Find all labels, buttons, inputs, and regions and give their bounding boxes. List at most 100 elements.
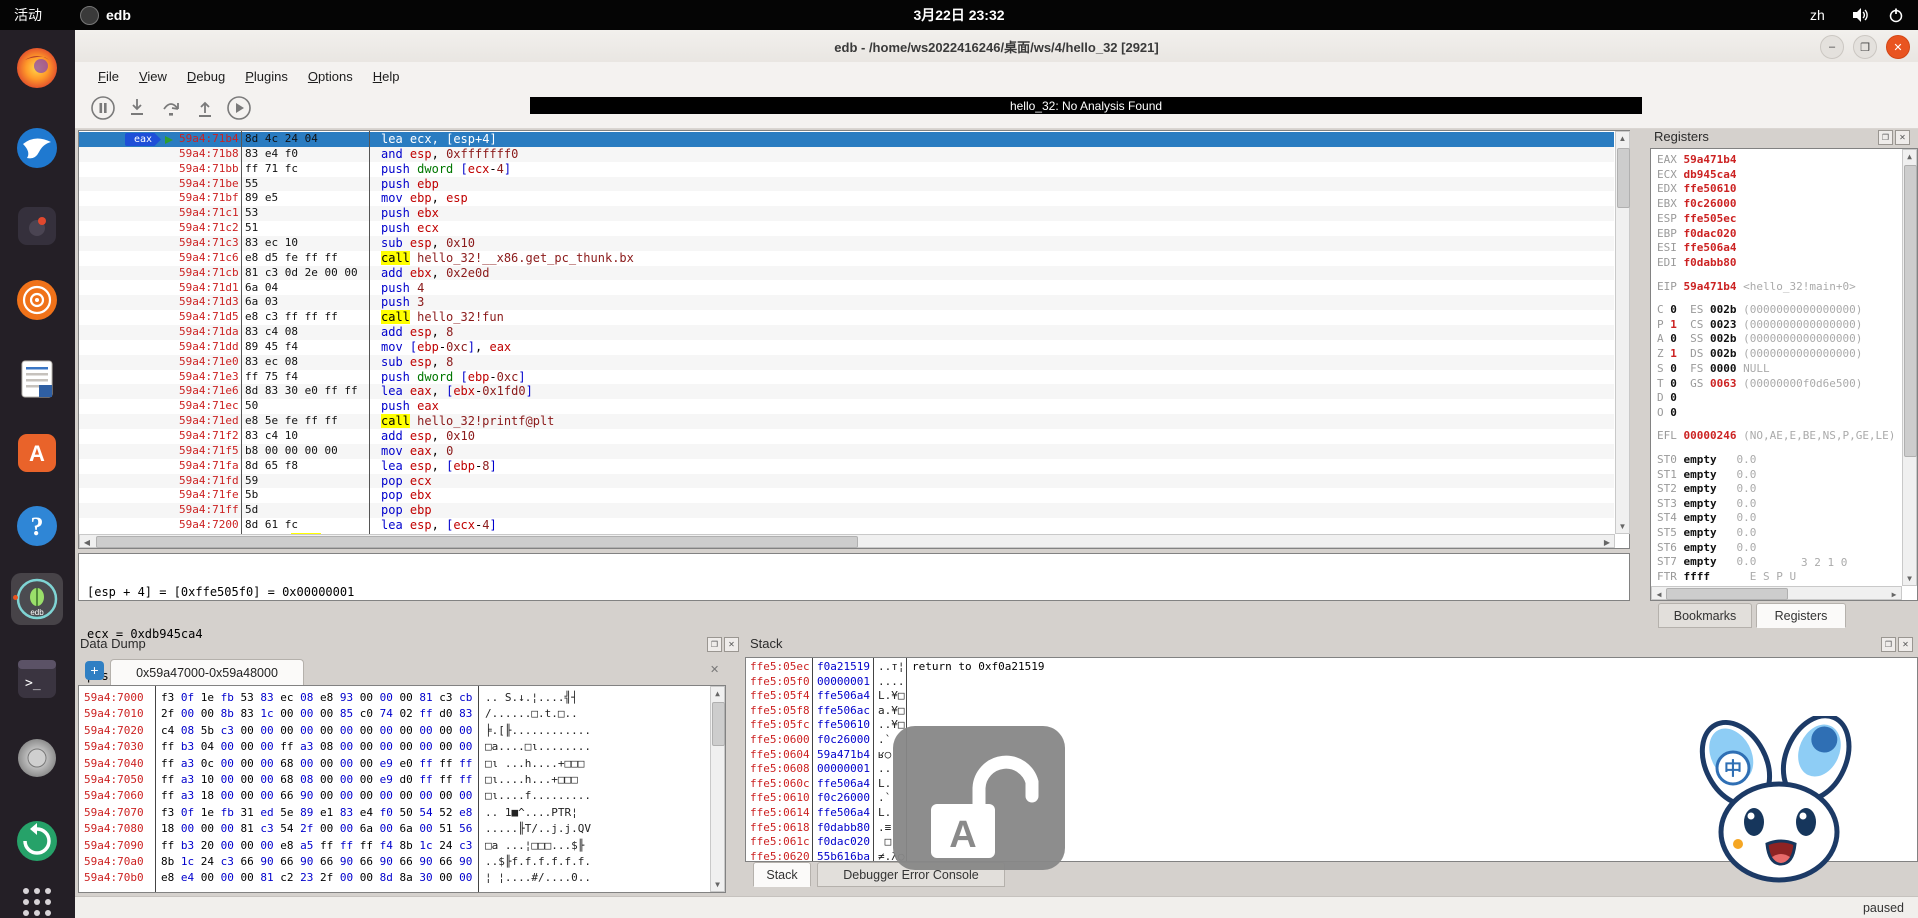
disasm-row[interactable]: 59a4:71b883 e4 f0and esp, 0xfffffff0 (79, 147, 1614, 162)
screenshot-tool-icon[interactable] (11, 732, 63, 784)
fpu-register-row[interactable]: ST7 empty 0.0 (1657, 555, 1756, 569)
hex-dump-row[interactable]: 59a4:70102f 00 00 8b 83 1c 00 00 00 85 c… (79, 706, 725, 722)
run-button[interactable] (225, 94, 253, 122)
pause-button[interactable] (89, 94, 117, 122)
disasm-row[interactable]: 59a4:71e083 ec 08sub esp, 8 (79, 355, 1614, 370)
hex-dump-row[interactable]: 59a4:7040ff a3 0c 00 00 00 68 00 00 00 0… (79, 756, 725, 772)
flag-row[interactable]: O 0 (1657, 406, 1677, 420)
flag-row[interactable]: A 0 SS 002b (0000000000000000) (1657, 332, 1862, 346)
float-panel-icon[interactable]: ❐ (1878, 130, 1893, 145)
help-icon[interactable]: ? (11, 500, 63, 552)
disasm-row[interactable]: 59a4:71fa8d 65 f8lea esp, [ebp-8] (79, 459, 1614, 474)
fpu-tag-bits-header[interactable]: 3 2 1 0 (1801, 556, 1847, 570)
disassembly-view[interactable]: eax59a4:71b48d 4c 24 04lea ecx, [esp+4]5… (78, 130, 1630, 549)
tab-registers[interactable]: Registers (1756, 603, 1846, 628)
fpu-register-row[interactable]: ST6 empty 0.0 (1657, 541, 1756, 555)
keyboard-layout-indicator[interactable]: zh (1810, 0, 1825, 30)
register-row[interactable]: EDX ffe50610 (1657, 182, 1736, 196)
terminal-icon[interactable]: >_ (11, 653, 63, 705)
data-dump-panel-header[interactable]: Data Dump ❐ ✕ (78, 633, 744, 657)
registers-horizontal-scrollbar[interactable]: ◀ ▶ (1651, 586, 1902, 600)
rhythmbox-icon[interactable] (11, 274, 63, 326)
registers-vertical-scrollbar[interactable]: ▲ ▼ (1902, 149, 1917, 586)
disasm-row[interactable]: 59a4:71d5e8 c3 ff ff ffcall hello_32!fun (79, 310, 1614, 325)
volume-icon[interactable] (1852, 0, 1869, 30)
clock[interactable]: 3月22日 23:32 (913, 5, 1004, 25)
register-row-efl[interactable]: EFL 00000246 (NO,AE,E,BE,NS,P,GE,LE) (1657, 429, 1895, 443)
flag-row[interactable]: T 0 GS 0063 (00000000f0d6e500) (1657, 377, 1862, 391)
register-row[interactable]: EAX 59a471b4 (1657, 153, 1736, 167)
hex-dump-row[interactable]: 59a4:708018 00 00 00 81 c3 54 2f 00 00 6… (79, 821, 725, 837)
menu-debug[interactable]: Debug (177, 65, 235, 88)
stack-row[interactable]: ffe5:05ecf0a21519..т¦return to 0xf0a2151… (746, 660, 1917, 675)
disasm-row[interactable]: 59a4:71ec50push eax (79, 399, 1614, 414)
fpu-register-row[interactable]: ST3 empty 0.0 (1657, 497, 1756, 511)
register-row[interactable]: EBP f0dac020 (1657, 227, 1736, 241)
menu-view[interactable]: View (129, 65, 177, 88)
disasm-row[interactable]: 59a4:71c153push ebx (79, 206, 1614, 221)
register-row-ftr[interactable]: FTR ffff E S P U (1657, 570, 1796, 584)
disasm-row[interactable]: 59a4:71bbff 71 fcpush dword [ecx-4] (79, 162, 1614, 177)
flag-row[interactable]: D 0 (1657, 391, 1677, 405)
dump-region-tab[interactable]: 0x59a47000-0x59a48000 (110, 659, 304, 686)
disasm-row[interactable]: 59a4:71cb81 c3 0d 2e 00 00add ebx, 0x2e0… (79, 266, 1614, 281)
disasm-vertical-scrollbar[interactable]: ▲ ▼ (1615, 131, 1630, 534)
stack-row[interactable]: ffe5:05f4ffe506a4L.¥□ (746, 689, 1917, 704)
hex-dump-row[interactable]: 59a4:7090ff b3 20 00 00 00 e8 a5 ff ff f… (79, 838, 725, 854)
hex-dump-row[interactable]: 59a4:7070f3 0f 1e fb 31 ed 5e 89 e1 83 e… (79, 805, 725, 821)
registers-panel-header[interactable]: Registers ❐ ✕ (1650, 126, 1918, 148)
disasm-row[interactable]: eax59a4:71b48d 4c 24 04lea ecx, [esp+4] (79, 132, 1614, 147)
disasm-row[interactable]: 59a4:71be55push ebp (79, 177, 1614, 192)
float-panel-icon[interactable]: ❐ (1881, 637, 1896, 652)
software-icon[interactable]: A (11, 427, 63, 479)
close-panel-icon[interactable]: ✕ (1895, 130, 1910, 145)
disasm-row[interactable]: 59a4:71c383 ec 10sub esp, 0x10 (79, 236, 1614, 251)
hex-dump-row[interactable]: 59a4:70b0e8 e4 00 00 00 81 c2 23 2f 00 0… (79, 870, 725, 886)
step-over-button[interactable] (157, 94, 185, 122)
disasm-row[interactable]: 59a4:71dd89 45 f4mov [ebp-0xc], eax (79, 340, 1614, 355)
hex-dump-row[interactable]: 59a4:7060ff a3 18 00 00 00 66 90 00 00 0… (79, 788, 725, 804)
disasm-row[interactable]: 59a4:71ede8 5e fe ff ffcall hello_32!pri… (79, 414, 1614, 429)
disasm-row[interactable]: 59a4:71d36a 03push 3 (79, 295, 1614, 310)
system-green-icon[interactable] (11, 815, 63, 867)
close-tab-icon[interactable]: ✕ (710, 663, 719, 676)
disasm-row[interactable]: 59a4:71f283 c4 10add esp, 0x10 (79, 429, 1614, 444)
focused-app-name[interactable]: edb (106, 7, 131, 23)
register-row[interactable]: EDI f0dabb80 (1657, 256, 1736, 270)
maximize-button[interactable]: ❐ (1853, 35, 1877, 59)
tab-bookmarks[interactable]: Bookmarks (1658, 603, 1752, 628)
register-row[interactable]: ESP ffe505ec (1657, 212, 1736, 226)
stack-panel-header[interactable]: Stack ❐ ✕ (748, 633, 1918, 657)
register-row[interactable]: ECX db945ca4 (1657, 168, 1736, 182)
power-icon[interactable] (1888, 0, 1904, 30)
files-dark-icon[interactable] (11, 200, 63, 252)
fpu-register-row[interactable]: ST2 empty 0.0 (1657, 482, 1756, 496)
disasm-horizontal-scrollbar[interactable]: ◀ ▶ (79, 534, 1615, 548)
disasm-row[interactable]: 59a4:71c6e8 d5 fe ff ffcall hello_32!__x… (79, 251, 1614, 266)
menu-file[interactable]: File (88, 65, 129, 88)
disasm-row[interactable]: 59a4:71d16a 04push 4 (79, 281, 1614, 296)
thunderbird-icon[interactable] (11, 122, 63, 174)
stack-row[interactable]: ffe5:05f000000001.... (746, 675, 1917, 690)
close-panel-icon[interactable]: ✕ (724, 637, 739, 652)
step-out-button[interactable] (191, 94, 219, 122)
disasm-row[interactable]: 59a4:71c251push ecx (79, 221, 1614, 236)
hex-dump-row[interactable]: 59a4:7000f3 0f 1e fb 53 83 ec 08 e8 93 0… (79, 690, 725, 706)
disasm-row[interactable]: 59a4:71fe5bpop ebx (79, 488, 1614, 503)
writer-icon[interactable] (11, 353, 63, 405)
minimize-button[interactable]: – (1820, 35, 1844, 59)
disasm-row[interactable]: 59a4:71fd59pop ecx (79, 474, 1614, 489)
edb-icon[interactable]: edb (11, 573, 63, 625)
fpu-register-row[interactable]: ST0 empty 0.0 (1657, 453, 1756, 467)
disasm-row[interactable]: 59a4:71ff5dpop ebp (79, 503, 1614, 518)
menu-options[interactable]: Options (298, 65, 363, 88)
register-row[interactable]: ESI ffe506a4 (1657, 241, 1736, 255)
hex-dump-view[interactable]: ▲ ▼ 59a4:7000f3 0f 1e fb 53 83 ec 08 e8 … (78, 685, 726, 893)
flag-row[interactable]: S 0 FS 0000 NULL (1657, 362, 1770, 376)
app-grid-icon[interactable] (11, 876, 63, 918)
disasm-row[interactable]: 59a4:71e3ff 75 f4push dword [ebp-0xc] (79, 370, 1614, 385)
menu-help[interactable]: Help (363, 65, 410, 88)
menu-plugins[interactable]: Plugins (235, 65, 298, 88)
window-titlebar[interactable]: edb - /home/ws2022416246/桌面/ws/4/hello_3… (75, 30, 1918, 63)
float-panel-icon[interactable]: ❐ (707, 637, 722, 652)
